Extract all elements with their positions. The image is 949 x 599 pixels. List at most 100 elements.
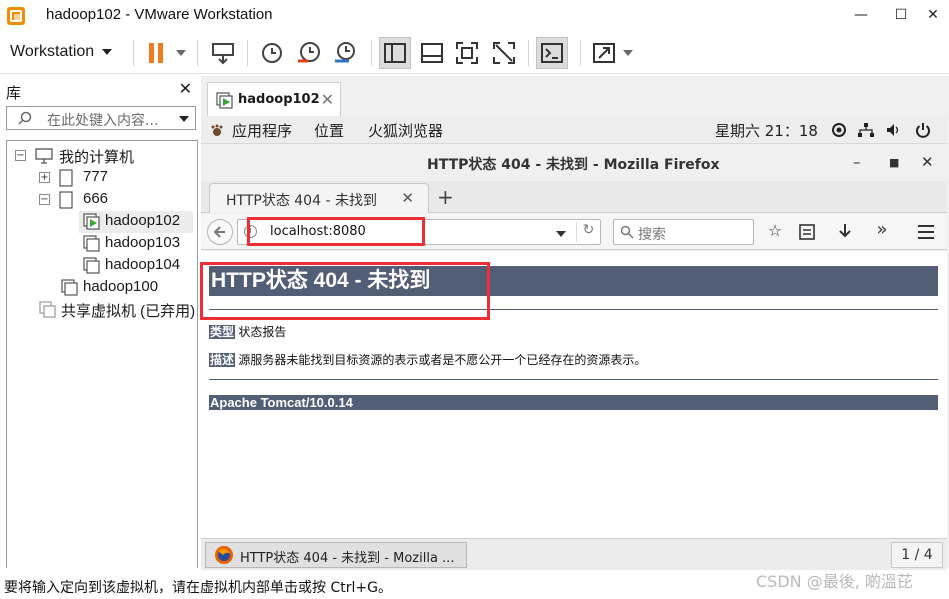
taskbar-firefox-window[interactable]: HTTP状态 404 - 未找到 - Mozilla ...: [205, 542, 467, 568]
collapse-icon[interactable]: −: [39, 194, 50, 205]
guest-top-bar: 应用程序 位置 火狐浏览器 星期六 21：18: [201, 116, 947, 144]
toolbar-separator: [247, 40, 248, 66]
type-line: 类型 状态报告: [209, 323, 286, 340]
library-view-icon: [384, 43, 406, 63]
toolbar-separator: [528, 40, 529, 66]
console-icon: [541, 43, 563, 63]
firefox-tab-strip: HTTP状态 404 - 未找到 ✕ +: [201, 181, 947, 213]
fullscreen-icon[interactable]: [453, 39, 481, 67]
tree-item-666[interactable]: − 666: [35, 189, 185, 211]
vm-icon: [61, 279, 78, 296]
computer-icon: [35, 148, 53, 164]
tree-item-hadoop100[interactable]: hadoop100: [57, 277, 187, 299]
library-panel: 库 ✕ 在此处键入内容... − 我的计算机 + 777 − 666 hadoo…: [2, 76, 198, 568]
send-keys-icon[interactable]: [209, 39, 237, 67]
vm-tab-hadoop102[interactable]: hadoop102 ✕: [207, 82, 341, 116]
snapshot-take-icon[interactable]: [258, 39, 286, 67]
collapse-icon[interactable]: −: [15, 150, 26, 161]
network-icon[interactable]: [857, 122, 875, 138]
search-placeholder: 搜索: [638, 227, 666, 243]
new-tab-button[interactable]: +: [437, 185, 454, 209]
accessibility-icon[interactable]: [831, 122, 847, 138]
toolbar-separator: [197, 40, 198, 66]
vm-tab-close-button[interactable]: ✕: [321, 90, 334, 109]
places-menu[interactable]: 位置: [314, 120, 344, 141]
library-header: 库 ✕: [2, 76, 198, 104]
tree-item-label: hadoop103: [105, 234, 181, 251]
firefox-maximize-button[interactable]: ■: [889, 156, 899, 169]
description-line: 描述 源服务器未能找到目标资源的表示或者是不愿公开一个已经存在的资源表示。: [209, 351, 646, 368]
tree-item-hadoop102[interactable]: hadoop102: [79, 211, 193, 233]
url-highlight-box: [247, 217, 425, 246]
tree-item-hadoop103[interactable]: hadoop103: [79, 233, 193, 255]
description-label: 描述: [209, 353, 236, 367]
workstation-menu[interactable]: Workstation: [4, 38, 118, 66]
window-title: hadoop102 - VMware Workstation: [46, 6, 273, 23]
clock[interactable]: 星期六 21：18: [715, 120, 818, 141]
tree-item-label: 我的计算机: [59, 149, 135, 166]
url-history-dropdown-icon[interactable]: [556, 231, 566, 237]
overflow-chevron-icon[interactable]: »: [871, 219, 893, 241]
vm-icon: [83, 235, 100, 252]
applications-menu[interactable]: 应用程序: [232, 120, 292, 141]
status-message: 要将输入定向到该虚拟机，请在虚拟机内部单击或按 Ctrl+G。: [4, 580, 392, 596]
tree-item-hadoop104[interactable]: hadoop104: [79, 255, 193, 277]
tree-item-my-computer[interactable]: − 我的计算机: [11, 145, 191, 167]
description-value: 源服务器未能找到目标资源的表示或者是不愿公开一个已经存在的资源表示。: [238, 353, 647, 367]
close-button[interactable]: ✕: [918, 4, 948, 26]
tree-item-label: 666: [83, 190, 109, 207]
search-bar[interactable]: 搜索: [613, 219, 754, 245]
firefox-tab[interactable]: HTTP状态 404 - 未找到 ✕: [209, 183, 429, 213]
hamburger-menu-icon[interactable]: [915, 221, 937, 243]
firefox-tab-close-button[interactable]: ✕: [401, 189, 414, 207]
firefox-icon: [215, 546, 233, 564]
firefox-titlebar: HTTP状态 404 - 未找到 - Mozilla Firefox – ■ ✕: [201, 145, 947, 181]
workspace-pager[interactable]: 1 / 4: [891, 542, 943, 568]
tree-item-777[interactable]: + 777: [35, 167, 185, 189]
bookmark-star-icon[interactable]: ☆: [764, 221, 786, 243]
tree-item-shared-vms[interactable]: 共享虚拟机 (已弃用): [35, 299, 197, 321]
firefox-launcher[interactable]: 火狐浏览器: [368, 120, 443, 141]
unity-icon[interactable]: [490, 39, 518, 67]
taskbar-window-label: HTTP状态 404 - 未找到 - Mozilla ...: [240, 551, 455, 566]
snapshot-manager-icon[interactable]: [331, 39, 359, 67]
stretch-icon[interactable]: [590, 39, 618, 67]
maximize-button[interactable]: ☐: [886, 4, 916, 26]
firefox-close-button[interactable]: ✕: [921, 153, 934, 171]
folder-icon: [59, 191, 73, 209]
stretch-dropdown-icon[interactable]: [623, 50, 633, 56]
vm-running-icon: [83, 213, 100, 230]
pause-icon[interactable]: [143, 39, 171, 67]
minimize-button[interactable]: —: [846, 4, 876, 26]
firefox-window-title: HTTP状态 404 - 未找到 - Mozilla Firefox: [427, 157, 720, 173]
back-arrow-icon: [213, 226, 225, 238]
search-icon: [18, 111, 32, 125]
vm-icon: [83, 257, 100, 274]
watermark: CSDN @最後, 啲溫芘: [756, 572, 913, 591]
main-toolbar: Workstation: [0, 32, 949, 74]
heading-highlight-box: [200, 262, 490, 320]
power-icon[interactable]: [915, 121, 931, 139]
library-search-input[interactable]: 在此处键入内容...: [6, 106, 196, 130]
chevron-down-icon: [102, 48, 113, 55]
toolbar-separator: [580, 40, 581, 66]
expand-icon[interactable]: +: [39, 172, 50, 183]
toolbar-separator: [371, 40, 372, 66]
back-button[interactable]: [207, 219, 233, 245]
reading-list-icon[interactable]: [796, 221, 818, 243]
tree-item-label: hadoop102: [105, 212, 181, 229]
volume-icon[interactable]: [885, 122, 903, 138]
tree-item-label: 共享虚拟机 (已弃用): [61, 303, 196, 320]
chevron-down-icon[interactable]: [179, 116, 189, 122]
download-icon[interactable]: [834, 221, 856, 243]
thumbnail-view-icon[interactable]: [418, 39, 446, 67]
shared-vm-icon: [39, 301, 56, 318]
pause-dropdown-icon[interactable]: [176, 50, 186, 56]
server-footer: Apache Tomcat/10.0.14: [209, 395, 938, 410]
library-search-placeholder: 在此处键入内容...: [47, 113, 159, 129]
reload-icon[interactable]: ↻: [576, 222, 600, 242]
snapshot-revert-icon[interactable]: [295, 39, 323, 67]
library-close-button[interactable]: ✕: [179, 79, 192, 98]
firefox-minimize-button[interactable]: –: [853, 153, 861, 171]
tree-item-label: hadoop100: [83, 278, 159, 295]
